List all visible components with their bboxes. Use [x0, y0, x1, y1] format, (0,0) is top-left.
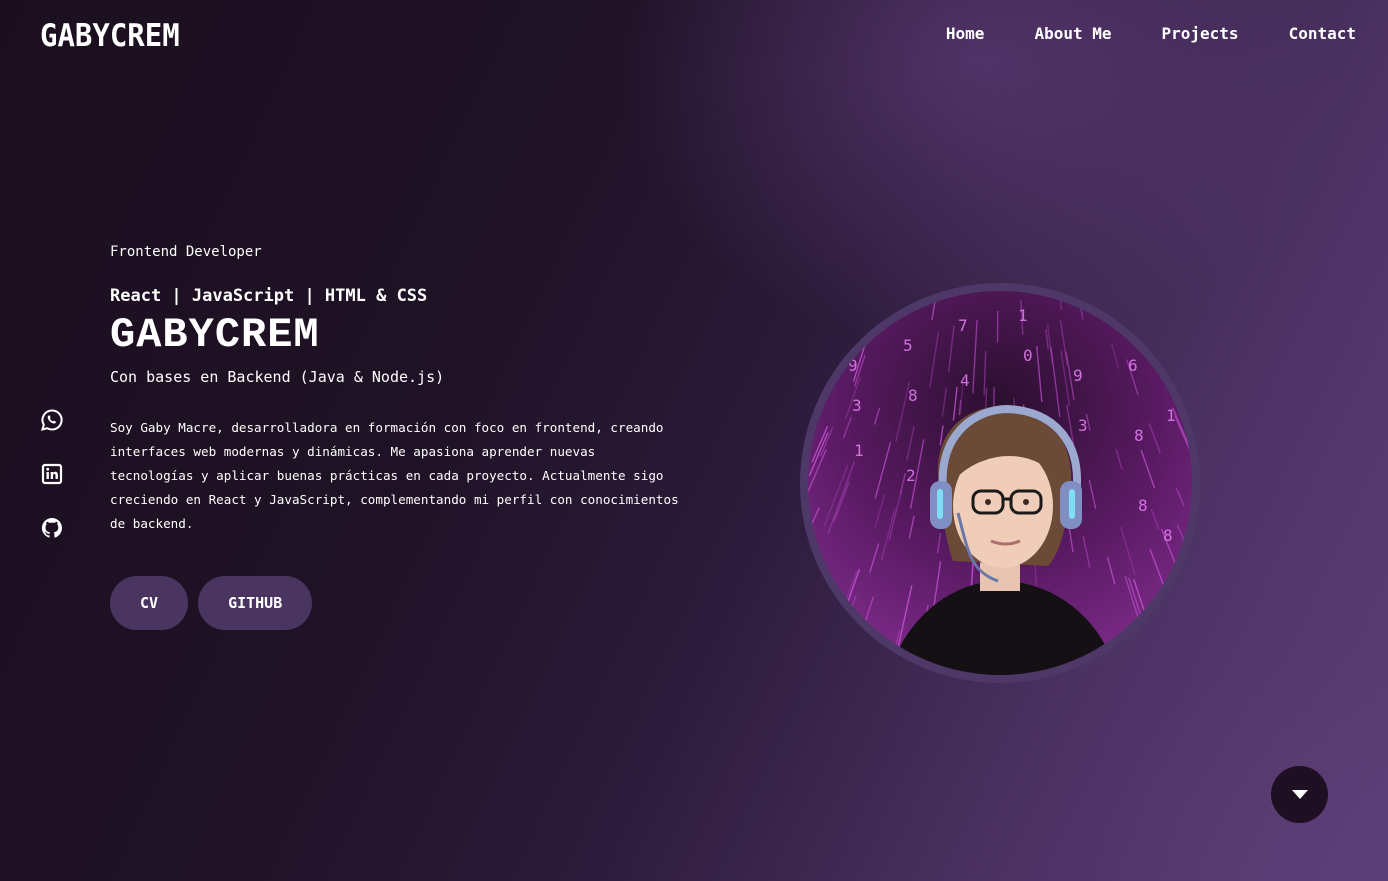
linkedin-icon[interactable]: [40, 462, 64, 486]
nav-contact[interactable]: Contact: [1289, 24, 1356, 43]
svg-text:8: 8: [1134, 426, 1144, 445]
nav-projects[interactable]: Projects: [1162, 24, 1239, 43]
tech-stack: React | JavaScript | HTML & CSS: [110, 286, 428, 306]
hero-description: Soy Gaby Macre, desarrolladora en formac…: [110, 420, 679, 532]
svg-text:0: 0: [1023, 346, 1033, 365]
chevron-down-icon: [1291, 789, 1308, 799]
social-links: [40, 408, 64, 540]
svg-text:5: 5: [903, 336, 913, 355]
svg-text:9: 9: [848, 356, 858, 375]
whatsapp-icon[interactable]: [40, 408, 64, 432]
site-logo[interactable]: GABYCREM: [40, 17, 180, 54]
profile-photo-frame: 931 582 74 10 93 688 18: [800, 283, 1200, 683]
main-nav: Home About Me Projects Contact: [946, 24, 1356, 43]
svg-text:8: 8: [908, 386, 918, 405]
nav-home[interactable]: Home: [946, 24, 985, 43]
scroll-down-button[interactable]: [1271, 766, 1328, 823]
svg-text:7: 7: [958, 316, 968, 335]
nav-about-me[interactable]: About Me: [1034, 24, 1111, 43]
svg-text:3: 3: [1078, 416, 1088, 435]
hero-buttons: CV GITHUB: [110, 576, 690, 631]
github-button[interactable]: GITHUB: [198, 576, 313, 631]
svg-text:2: 2: [906, 466, 916, 485]
svg-text:4: 4: [960, 371, 970, 390]
svg-text:9: 9: [1073, 366, 1083, 385]
profile-photo: 931 582 74 10 93 688 18: [808, 291, 1192, 675]
svg-text:3: 3: [852, 396, 862, 415]
svg-text:1: 1: [1166, 406, 1176, 425]
hero-subtitle: Con bases en Backend (Java & Node.js): [110, 368, 445, 387]
hero-name: GABYCREM: [110, 311, 320, 359]
hero-section: Frontend Developer React | JavaScript | …: [110, 244, 690, 631]
svg-text:1: 1: [854, 441, 864, 460]
svg-text:1: 1: [1018, 306, 1028, 325]
cv-button[interactable]: CV: [110, 576, 189, 631]
role-label: Frontend Developer: [110, 244, 262, 260]
github-icon[interactable]: [40, 516, 64, 540]
svg-text:8: 8: [1138, 496, 1148, 515]
svg-text:6: 6: [1128, 356, 1138, 375]
svg-text:8: 8: [1163, 526, 1173, 545]
